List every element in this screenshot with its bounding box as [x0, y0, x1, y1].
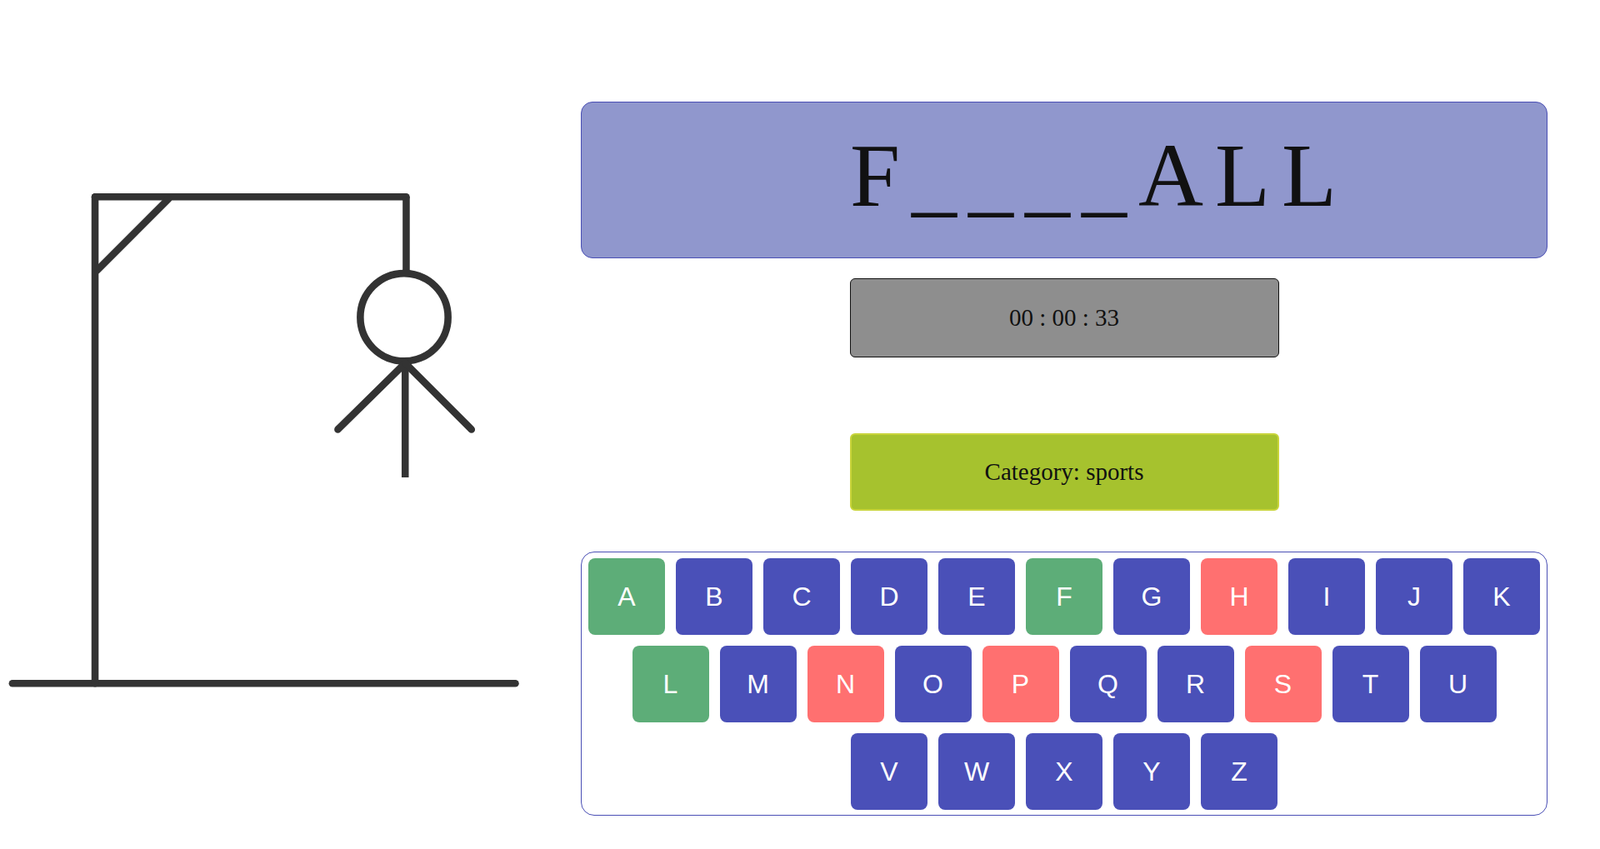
letter-key[interactable]: V	[850, 733, 928, 810]
letter-key[interactable]: A	[588, 558, 665, 635]
category-label: Category: sports	[850, 433, 1280, 511]
word-letter: _	[1081, 126, 1127, 226]
gallows-brace	[96, 199, 169, 271]
letter-key[interactable]: N	[807, 645, 885, 723]
keyboard-row: VWXYZ	[850, 733, 1278, 810]
letter-key[interactable]: R	[1157, 645, 1235, 723]
word-letter: _	[968, 126, 1014, 226]
timer: 00 : 00 : 33	[850, 278, 1280, 358]
letter-key[interactable]: D	[850, 558, 928, 635]
letter-key[interactable]: E	[938, 558, 1015, 635]
letter-key[interactable]: H	[1200, 558, 1278, 635]
hangman-body	[401, 360, 410, 478]
letter-key[interactable]: G	[1113, 558, 1190, 635]
word-letter: L	[1281, 126, 1337, 226]
letter-key[interactable]: P	[982, 645, 1060, 723]
letter-key[interactable]: J	[1375, 558, 1453, 635]
letter-key[interactable]: B	[675, 558, 753, 635]
letter-key[interactable]: O	[895, 645, 972, 723]
letter-key[interactable]: W	[938, 733, 1015, 810]
gallows-base	[12, 680, 516, 688]
letter-key[interactable]: Y	[1113, 733, 1190, 810]
word-letter: A	[1138, 126, 1204, 226]
keyboard-row: LMNOPQRSTU	[632, 645, 1497, 723]
letter-key[interactable]: I	[1288, 558, 1365, 635]
gallows-beam	[95, 193, 406, 201]
hangman-head	[360, 273, 448, 361]
hangman-page: F____ALL00 : 00 : 33Category: sportsABCD…	[0, 0, 1600, 849]
word-letter: _	[1025, 126, 1070, 226]
word-letter: L	[1215, 126, 1270, 226]
letter-key[interactable]: Z	[1200, 733, 1278, 810]
letter-key[interactable]: S	[1245, 645, 1322, 723]
letter-key[interactable]: F	[1025, 558, 1103, 635]
letter-key[interactable]: T	[1332, 645, 1410, 723]
letter-key[interactable]: X	[1025, 733, 1103, 810]
hangman-right-arm	[405, 363, 472, 430]
hangman-left-arm	[337, 363, 405, 430]
keyboard: ABCDEFGHIJK LMNOPQRSTU VWXYZ	[580, 551, 1548, 816]
gallows-rope	[402, 196, 410, 274]
keyboard-row: ABCDEFGHIJK	[588, 558, 1540, 635]
word-letter: _	[911, 126, 957, 226]
word-letter: F	[850, 126, 900, 226]
gallows-area	[0, 0, 531, 849]
word-display: F____ALL	[580, 101, 1548, 259]
letter-key[interactable]: K	[1463, 558, 1540, 635]
game-panel: F____ALL00 : 00 : 33Category: sportsABCD…	[580, 0, 1548, 849]
letter-key[interactable]: M	[720, 645, 797, 723]
gallows-icon	[0, 0, 531, 715]
letter-key[interactable]: Q	[1070, 645, 1147, 723]
letter-key[interactable]: U	[1420, 645, 1497, 723]
letter-key[interactable]: C	[763, 558, 840, 635]
letter-key[interactable]: L	[632, 645, 710, 723]
